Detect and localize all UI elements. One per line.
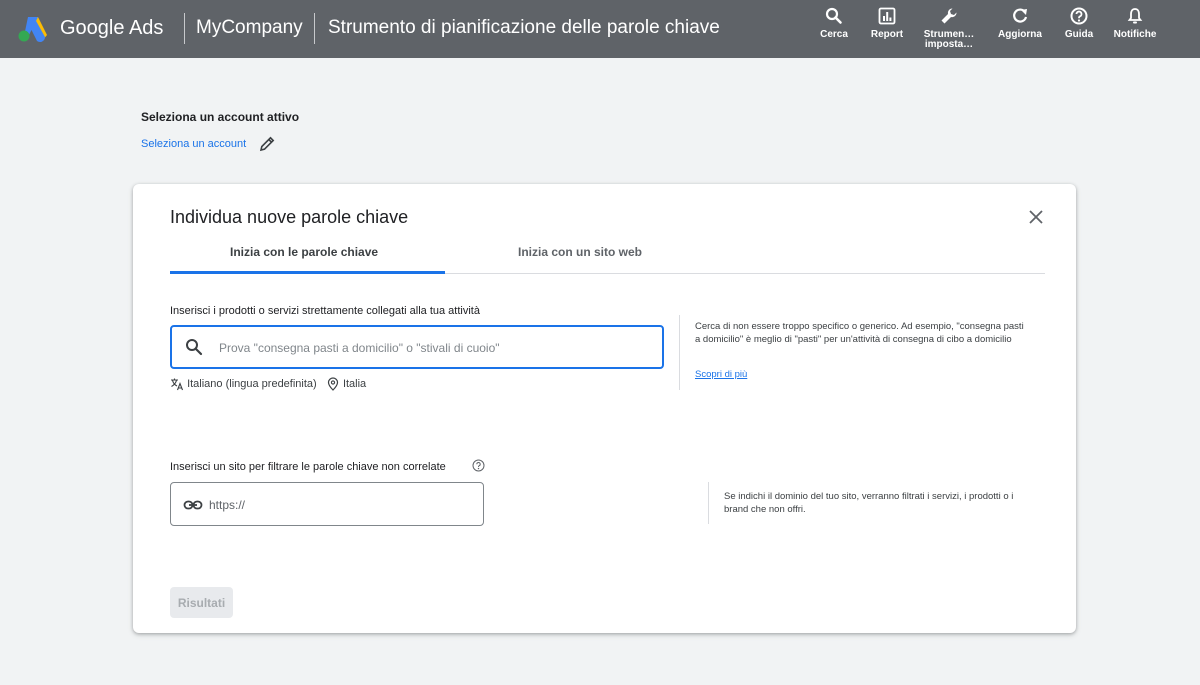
- learn-more-link[interactable]: Scopri di più: [695, 369, 747, 380]
- results-button[interactable]: Risultati: [170, 587, 233, 618]
- tools-settings-button[interactable]: Strumen… imposta…: [921, 6, 977, 52]
- search-button-label: Cerca: [820, 29, 848, 40]
- refresh-button[interactable]: Aggiorna: [992, 6, 1048, 52]
- keywords-search-box[interactable]: [170, 325, 664, 369]
- report-button-label: Report: [870, 29, 904, 40]
- select-account-link[interactable]: Seleziona un account: [141, 138, 246, 150]
- site-hint-text: Se indichi il dominio del tuo sito, verr…: [724, 491, 1014, 515]
- keywords-input[interactable]: [219, 338, 649, 358]
- site-field-label: Inserisci un sito per filtrare le parole…: [170, 461, 446, 473]
- help-icon: [1070, 7, 1088, 25]
- language-location-row: Italiano (lingua predefinita) Italia: [170, 377, 366, 391]
- account-name[interactable]: MyCompany: [196, 17, 303, 39]
- refresh-icon: [1013, 8, 1028, 23]
- refresh-button-label: Aggiorna: [998, 29, 1042, 40]
- hint-divider: [679, 315, 680, 390]
- google-ads-logo-icon[interactable]: [18, 15, 48, 43]
- help-button-label: Guida: [1064, 29, 1094, 40]
- search-icon: [825, 7, 842, 24]
- search-button[interactable]: Cerca: [806, 6, 862, 52]
- header-divider: [184, 13, 185, 44]
- link-icon: [183, 500, 203, 510]
- report-icon: [878, 7, 896, 25]
- help-button[interactable]: Guida: [1051, 6, 1107, 52]
- location-label[interactable]: Italia: [343, 378, 366, 390]
- page-title: Strumento di pianificazione delle parole…: [328, 17, 720, 38]
- location-pin-icon[interactable]: [326, 377, 340, 391]
- active-account-heading: Seleziona un account attivo: [141, 110, 300, 124]
- tools-settings-button-label: Strumen… imposta…: [923, 30, 975, 50]
- discover-keywords-dialog: Individua nuove parole chiave Inizia con…: [133, 184, 1076, 633]
- site-url-box[interactable]: [170, 482, 484, 526]
- brand-name[interactable]: Google Ads: [60, 17, 163, 40]
- notifications-button-label: Notifiche: [1113, 29, 1157, 40]
- tab-start-with-website[interactable]: Inizia con un sito web: [518, 245, 642, 259]
- wrench-icon: [941, 8, 957, 24]
- notifications-button[interactable]: Notifiche: [1107, 6, 1163, 52]
- close-icon[interactable]: [1027, 208, 1045, 226]
- active-tab-indicator: [170, 271, 445, 274]
- keywords-hint-text: Cerca di non essere troppo specifico o g…: [695, 321, 1024, 345]
- help-circle-icon[interactable]: [472, 459, 485, 472]
- language-label[interactable]: Italiano (lingua predefinita): [187, 378, 317, 390]
- dialog-title: Individua nuove parole chiave: [170, 207, 409, 227]
- tab-start-with-keywords[interactable]: Inizia con le parole chiave: [230, 245, 378, 259]
- hint-divider: [708, 482, 709, 524]
- header-divider: [314, 13, 315, 44]
- report-button[interactable]: Report: [859, 6, 915, 52]
- top-bar: Google Ads MyCompany Strumento di pianif…: [0, 0, 1200, 58]
- site-url-input[interactable]: [209, 495, 469, 515]
- translate-icon[interactable]: [170, 377, 184, 391]
- pencil-icon[interactable]: [258, 135, 276, 153]
- search-icon: [186, 339, 203, 356]
- keywords-field-label: Inserisci i prodotti o servizi strettame…: [170, 305, 480, 317]
- bell-icon: [1127, 8, 1143, 24]
